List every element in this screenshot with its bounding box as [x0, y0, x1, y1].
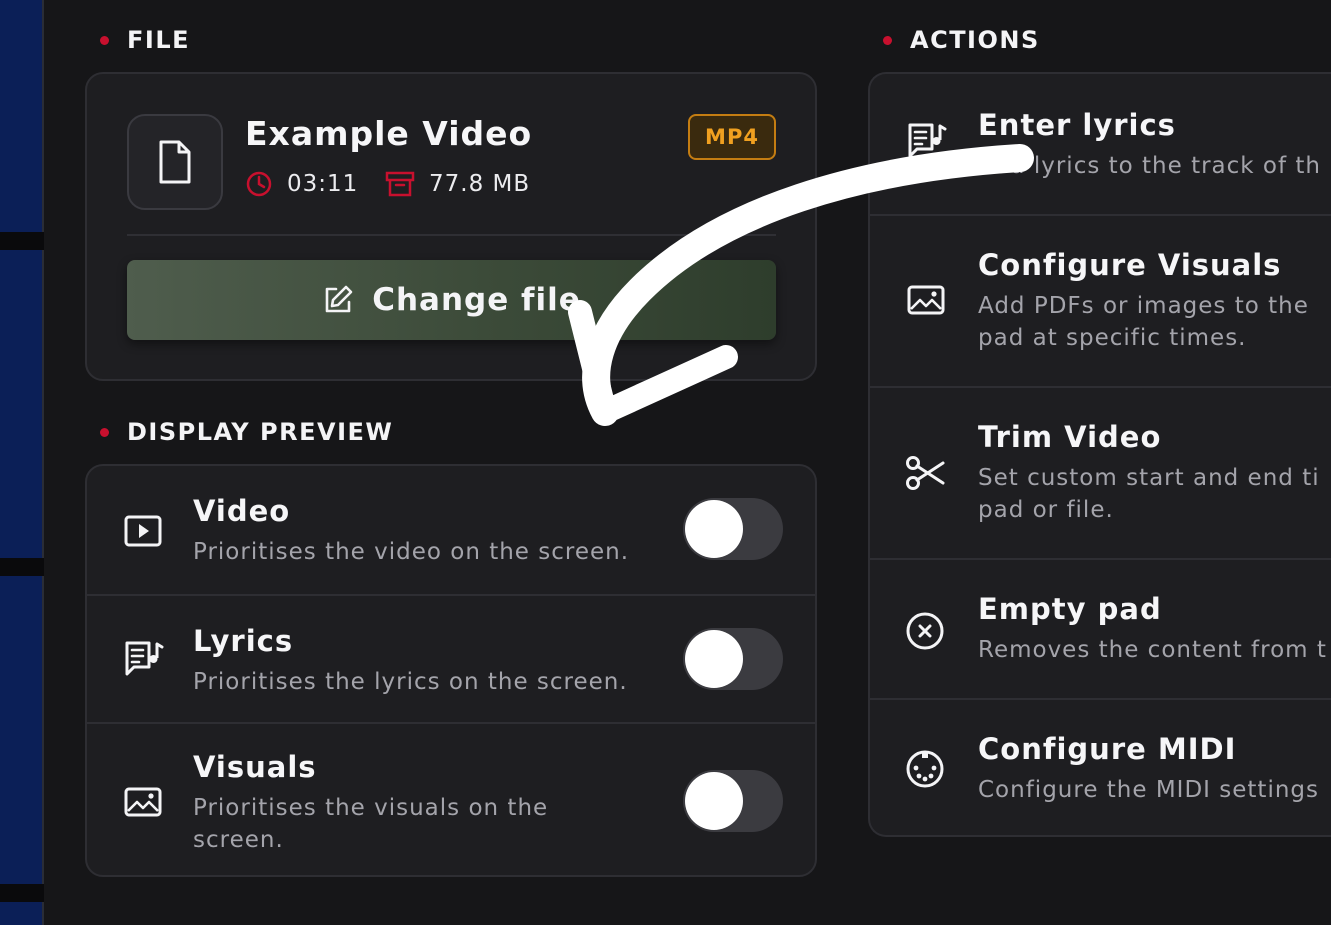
clock-icon [246, 171, 272, 197]
change-file-button[interactable]: Change file [127, 260, 776, 340]
preview-item-description: Prioritises the visuals on the screen. [193, 795, 549, 853]
toggle-knob [685, 630, 743, 688]
preview-item-description: Prioritises the lyrics on the screen. [193, 669, 628, 695]
action-description: Removes the content from t [978, 637, 1327, 663]
play-square-icon [123, 514, 163, 548]
lyrics-icon [906, 122, 948, 160]
midi-icon [904, 748, 946, 790]
action-description: Add PDFs or images to the pad at specifi… [978, 293, 1309, 351]
toggle-knob [685, 500, 743, 558]
preview-row-video: Video Prioritises the video on the scree… [87, 466, 815, 594]
video-toggle[interactable] [683, 498, 783, 560]
preview-item-title: Video [193, 494, 291, 528]
image-icon [906, 284, 946, 318]
file-card: Example Video 03:11 77.8 MB MP4 Change f [85, 72, 817, 381]
strip-gap [0, 232, 44, 250]
preview-row-lyrics: Lyrics Prioritises the lyrics on the scr… [87, 594, 815, 722]
circle-x-icon [904, 610, 946, 652]
actions-section-title: ACTIONS [883, 26, 1040, 54]
file-name: Example Video [245, 114, 533, 153]
file-icon [127, 114, 223, 210]
archive-icon [385, 171, 415, 197]
lyrics-icon [123, 640, 165, 678]
settings-panel: FILE Example Video 03:11 77.8 MB MP4 Cha… [0, 0, 1331, 925]
preview-item-title: Visuals [193, 750, 317, 784]
side-strip [0, 0, 44, 925]
action-empty-pad[interactable]: Empty pad Removes the content from t [870, 558, 1331, 698]
display-preview-card: Video Prioritises the video on the scree… [85, 464, 817, 877]
action-enter-lyrics[interactable]: Enter lyrics Add lyrics to the track of … [870, 74, 1331, 214]
visuals-toggle[interactable] [683, 770, 783, 832]
section-dot [100, 35, 109, 45]
action-trim-video[interactable]: Trim Video Set custom start and end ti p… [870, 386, 1331, 558]
action-title: Configure MIDI [978, 732, 1237, 766]
action-configure-visuals[interactable]: Configure Visuals Add PDFs or images to … [870, 214, 1331, 386]
image-icon [123, 786, 163, 820]
file-duration: 03:11 [245, 170, 358, 198]
preview-item-description: Prioritises the video on the screen. [193, 539, 630, 565]
preview-item-title: Lyrics [193, 624, 294, 658]
action-title: Trim Video [978, 420, 1162, 454]
action-title: Empty pad [978, 592, 1162, 626]
preview-row-visuals: Visuals Prioritises the visuals on the s… [87, 722, 815, 875]
action-title: Configure Visuals [978, 248, 1282, 282]
strip-gap [0, 558, 44, 576]
file-section-title: FILE [100, 26, 190, 54]
file-divider [127, 234, 776, 236]
scissors-icon [904, 454, 946, 492]
strip-gap [0, 884, 44, 902]
toggle-knob [685, 772, 743, 830]
lyrics-toggle[interactable] [683, 628, 783, 690]
file-size: 77.8 MB [385, 170, 530, 198]
action-configure-midi[interactable]: Configure MIDI Configure the MIDI settin… [870, 698, 1331, 835]
format-badge: MP4 [688, 114, 776, 160]
section-dot [100, 427, 109, 437]
action-title: Enter lyrics [978, 108, 1176, 142]
action-description: Add lyrics to the track of th [978, 153, 1322, 179]
action-description: Set custom start and end ti pad or file. [978, 465, 1320, 523]
action-description: Configure the MIDI settings [978, 777, 1319, 803]
section-dot [883, 35, 892, 45]
edit-icon [325, 285, 353, 313]
actions-card: Enter lyrics Add lyrics to the track of … [868, 72, 1331, 837]
preview-section-title: DISPLAY PREVIEW [100, 418, 393, 446]
